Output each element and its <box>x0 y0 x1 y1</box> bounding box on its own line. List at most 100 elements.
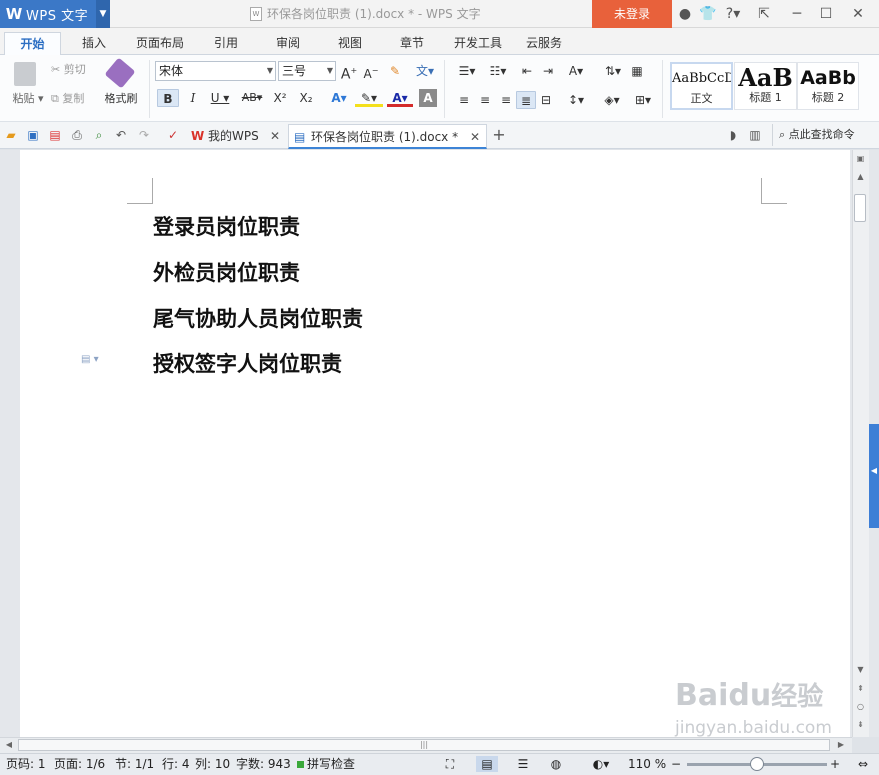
font-name-select[interactable]: 宋体 ▼ <box>155 61 276 81</box>
print-preview-icon[interactable]: ⌕ <box>92 128 106 142</box>
tab-home[interactable]: 开始 <box>4 32 61 55</box>
tab-insert[interactable]: 插入 <box>70 32 118 55</box>
close-button[interactable]: ✕ <box>847 0 869 28</box>
style-heading-1[interactable]: AaB 标题 1 <box>734 62 797 110</box>
shrink-font-icon[interactable]: A− <box>362 62 380 81</box>
clear-format-icon[interactable]: ✎ <box>386 62 404 80</box>
help-icon[interactable]: ?▾ <box>722 0 744 28</box>
zoom-in-icon[interactable]: + <box>829 756 841 772</box>
save-icon[interactable]: ▣ <box>26 128 40 142</box>
tab-page-layout[interactable]: 页面布局 <box>128 32 192 55</box>
fit-width-icon[interactable]: ⇔ <box>856 756 870 772</box>
tab-chapter[interactable]: 章节 <box>388 32 436 55</box>
login-button[interactable]: 未登录 <box>592 0 672 28</box>
format-painter-button[interactable]: 格式刷 <box>100 57 142 110</box>
cloud-sync-icon[interactable]: ▥ <box>748 128 762 142</box>
align-right-icon[interactable]: ≡ <box>497 91 515 109</box>
underline-button[interactable]: U ▾ <box>206 89 234 107</box>
minimize-button[interactable]: ─ <box>786 0 808 28</box>
style-heading-2[interactable]: AaBb 标题 2 <box>797 62 859 110</box>
tab-cloud[interactable]: 云服务 <box>518 32 570 55</box>
close-tab-icon[interactable]: ✕ <box>270 124 280 148</box>
tab-view[interactable]: 视图 <box>326 32 374 55</box>
numbered-list-button[interactable]: ☷▾ <box>484 62 512 80</box>
undo-icon[interactable]: ↶ <box>114 128 128 142</box>
collapse-icon[interactable]: ◗ <box>726 128 740 142</box>
scroll-down-icon[interactable]: ▼ <box>852 663 869 677</box>
bold-button[interactable]: B <box>157 89 179 107</box>
zoom-out-icon[interactable]: − <box>670 756 682 772</box>
shirt-icon[interactable]: 👕 <box>698 0 718 28</box>
scroll-up-icon[interactable]: ▲ <box>852 170 869 184</box>
highlight-button[interactable]: ✎▾ <box>355 89 383 107</box>
app-menu-dropdown-icon[interactable]: ▼ <box>96 0 110 28</box>
new-tab-icon[interactable]: + <box>492 127 506 143</box>
status-page[interactable]: 页面: 1/6 <box>54 756 105 772</box>
borders-button[interactable]: ⊞▾ <box>630 91 656 109</box>
text-effect-button[interactable]: A▾ <box>326 89 352 107</box>
sort-button[interactable]: ⇅▾ <box>600 62 626 80</box>
strikethrough-button[interactable]: AB▾ <box>238 89 266 107</box>
bullet-list-button[interactable]: ☰▾ <box>453 62 481 80</box>
side-panel-toggle[interactable] <box>869 424 879 528</box>
app-menu-button[interactable]: W WPS 文字 ▼ <box>0 0 110 28</box>
document-heading[interactable]: 授权签字人岗位职责 <box>153 348 342 378</box>
page-view-button[interactable]: ▤ <box>476 756 498 772</box>
paragraph-shading-button[interactable]: ◈▾ <box>598 91 626 109</box>
outline-view-icon[interactable]: ☰ <box>515 756 531 772</box>
decrease-indent-icon[interactable]: ⇤ <box>518 62 536 80</box>
split-view-icon[interactable]: ▣ <box>852 152 869 166</box>
tab-developer[interactable]: 开发工具 <box>446 32 510 55</box>
distribute-icon[interactable]: ⊟ <box>537 91 555 109</box>
skin-icon[interactable]: ● <box>676 0 694 28</box>
paragraph-options-icon[interactable]: ▤ ▾ <box>81 354 99 365</box>
document-page[interactable] <box>20 150 850 737</box>
open-folder-icon[interactable]: ▰ <box>4 128 18 142</box>
vertical-scrollbar[interactable] <box>852 150 869 737</box>
zoom-level[interactable]: 110 % <box>628 756 666 772</box>
align-left-icon[interactable]: ≡ <box>455 91 473 109</box>
focus-mode-icon[interactable]: ⛶ <box>442 756 458 772</box>
document-heading[interactable]: 尾气协助人员岗位职责 <box>153 303 363 333</box>
zoom-slider-knob[interactable] <box>750 757 764 771</box>
redo-icon[interactable]: ↷ <box>137 128 151 142</box>
document-heading[interactable]: 登录员岗位职责 <box>153 211 300 241</box>
status-page-code[interactable]: 页码: 1 <box>6 756 46 772</box>
reading-mode-button[interactable]: ◐▾ <box>588 756 614 772</box>
char-spacing-button[interactable]: A▾ <box>562 62 590 80</box>
upload-icon[interactable]: ⇱ <box>752 0 776 28</box>
command-search[interactable]: ⌕ 点此查找命令 <box>772 124 876 146</box>
document-heading[interactable]: 外检员岗位职责 <box>153 257 300 287</box>
justify-button[interactable]: ≣ <box>516 91 536 109</box>
char-shading-button[interactable]: A <box>419 89 437 107</box>
copy-button[interactable]: ⧉ 复制 <box>51 90 84 108</box>
spell-check-toggle[interactable]: 拼写检查 <box>297 756 355 772</box>
increase-indent-icon[interactable]: ⇥ <box>539 62 557 80</box>
subscript-button[interactable]: X₂ <box>296 89 316 107</box>
phonetic-guide-icon[interactable]: 文▾ <box>412 62 438 80</box>
tab-review[interactable]: 审阅 <box>264 32 312 55</box>
table-grid-icon[interactable]: ▦ <box>628 62 646 80</box>
font-color-button[interactable]: A▾ <box>387 89 413 107</box>
tab-my-wps[interactable]: W 我的WPS ✕ <box>186 124 286 149</box>
style-normal[interactable]: AaBbCcD 正文 <box>670 62 733 110</box>
paste-button[interactable]: 粘贴 ▾ <box>8 62 44 108</box>
close-tab-icon[interactable]: ✕ <box>470 125 480 149</box>
print-icon[interactable]: ⎙ <box>70 128 84 142</box>
tab-document[interactable]: ▤ 环保各岗位职责 (1).docx * ✕ <box>288 124 487 149</box>
line-spacing-button[interactable]: ↕▾ <box>562 91 590 109</box>
web-view-icon[interactable]: ◍ <box>548 756 564 772</box>
italic-button[interactable]: I <box>184 89 202 107</box>
cut-button[interactable]: ✂ 剪切 <box>51 61 86 79</box>
maximize-button[interactable]: ☐ <box>815 0 837 28</box>
tab-references[interactable]: 引用 <box>202 32 250 55</box>
status-word-count[interactable]: 字数: 943 <box>236 756 291 772</box>
superscript-button[interactable]: X² <box>270 89 290 107</box>
font-size-select[interactable]: 三号 ▼ <box>278 61 336 81</box>
grow-font-icon[interactable]: A+ <box>340 62 358 83</box>
export-pdf-icon[interactable]: ▤ <box>48 128 62 142</box>
vertical-scroll-thumb[interactable] <box>854 194 866 222</box>
quick-access-dropdown-icon[interactable]: ✓ <box>166 128 180 142</box>
align-center-icon[interactable]: ≡ <box>476 91 494 109</box>
scroll-left-icon[interactable]: ◀ <box>2 739 16 751</box>
